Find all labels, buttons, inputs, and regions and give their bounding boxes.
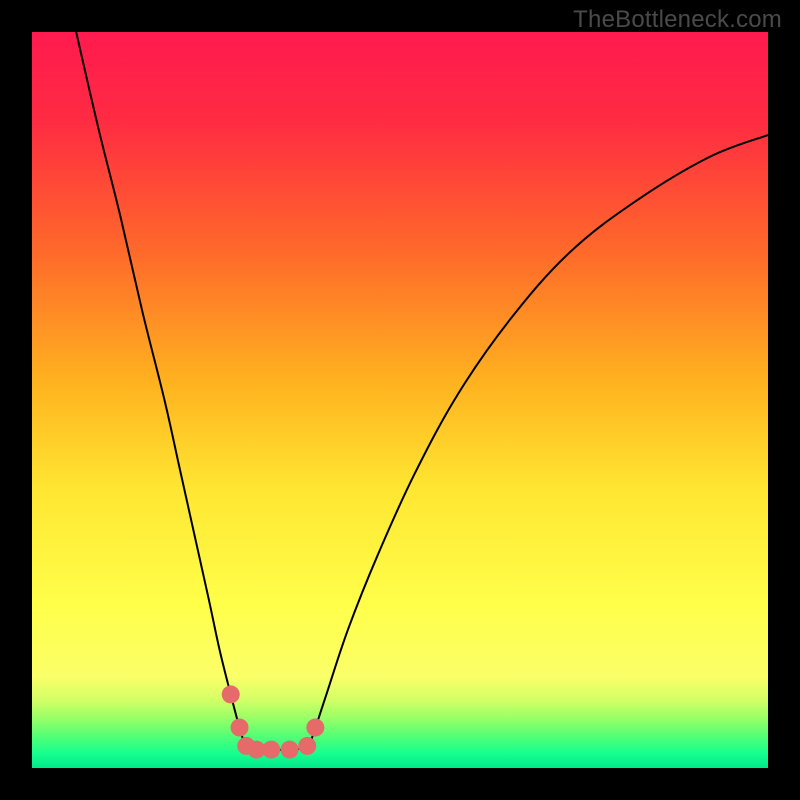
dip-marker: [281, 741, 299, 759]
dip-marker: [231, 719, 249, 737]
chart-svg: [32, 32, 768, 768]
plot-area: [32, 32, 768, 768]
dip-marker: [222, 685, 240, 703]
chart-frame: TheBottleneck.com: [0, 0, 800, 800]
dip-marker: [306, 719, 324, 737]
gradient-background: [32, 32, 768, 768]
dip-marker: [262, 741, 280, 759]
dip-marker: [298, 737, 316, 755]
watermark-text: TheBottleneck.com: [573, 6, 782, 34]
